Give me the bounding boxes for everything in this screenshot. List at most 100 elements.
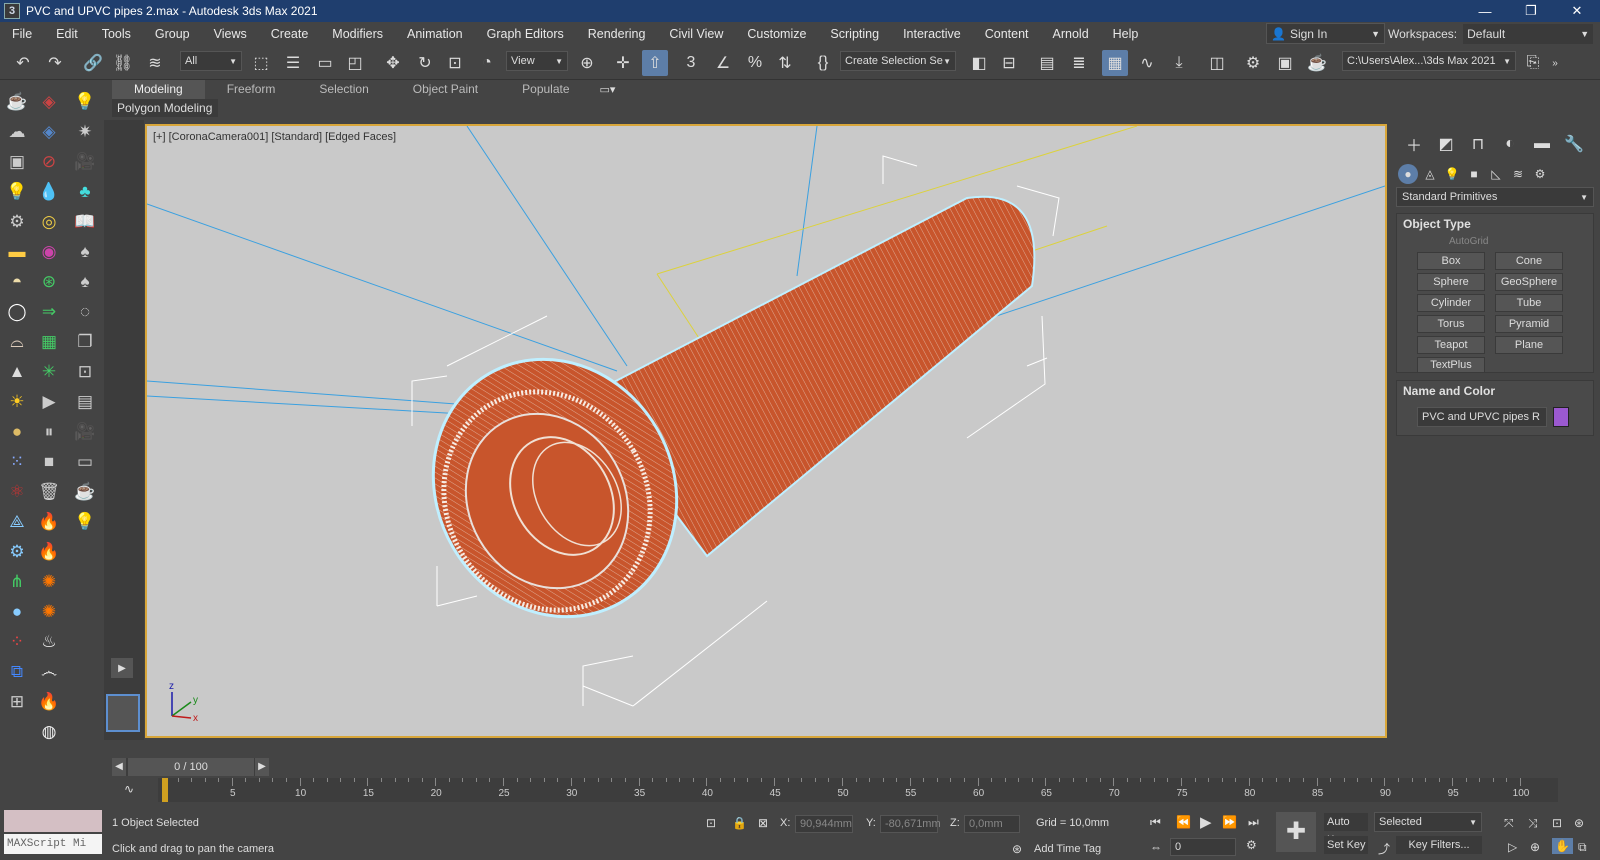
menu-file[interactable]: File [0,22,44,46]
arrow-right-icon[interactable]: ⇒ [36,299,62,325]
zoom-extents-icon[interactable]: ⤧ [1504,816,1514,831]
layer-icon[interactable]: ⊞ [4,689,30,715]
curve-editor-icon[interactable]: ∿ [1134,50,1160,76]
mirror-icon[interactable]: ◧ [966,50,992,76]
viewport-label[interactable]: [+] [CoronaCamera001] [Standard] [Edged … [153,131,396,143]
basket-icon[interactable]: ⌓ [4,329,30,355]
grass-icon[interactable]: ⋔ [4,569,30,595]
reference-coordinate-dropdown[interactable]: View ▼ [506,51,568,71]
keyboard-shortcut-override-icon[interactable]: ⇧ [642,50,668,76]
frame-2-icon[interactable]: ⊡ [72,359,98,385]
cylinder-button[interactable]: Cylinder [1417,294,1485,312]
utilities-tab-icon[interactable]: 🔧 [1560,132,1588,156]
sphere-blue-icon[interactable]: ● [4,599,30,625]
menu-scripting[interactable]: Scripting [818,22,891,46]
ribbon-options-icon[interactable]: ▭▾ [600,83,616,96]
menu-tools[interactable]: Tools [90,22,143,46]
trees-icon[interactable]: ♣ [72,179,98,205]
sign-in-dropdown[interactable]: 👤 Sign In ▼ [1266,23,1385,44]
expand-arrow-icon[interactable]: ▶ [111,658,133,678]
cloud-icon[interactable]: ☁ [4,119,30,145]
ribbon-toggle-icon[interactable]: ▦ [1102,50,1128,76]
add-time-tag-button[interactable]: Add Time Tag [1034,843,1101,855]
box-icon[interactable]: ◈ [36,89,62,115]
torus-button[interactable]: Torus [1417,315,1485,333]
stop-icon[interactable]: ■ [36,449,62,475]
trash-icon[interactable]: 🗑 [36,479,62,505]
grid-green-icon[interactable]: ▦ [36,329,62,355]
toolbar-overflow-icon[interactable]: » [1548,50,1562,76]
cone-button[interactable]: Cone [1495,252,1563,270]
color-dots-icon[interactable]: ⁘ [4,629,30,655]
time-config-icon[interactable]: ⚙ [1246,838,1257,852]
scale-icon[interactable]: ⊡ [442,50,468,76]
sparkle-icon[interactable]: ✳ [36,359,62,385]
dots-grid-icon[interactable]: ⁙ [4,449,30,475]
x-coord-field[interactable]: 90,944mm [795,815,853,833]
maxscript-mini-listener[interactable]: MAXScript Mi [4,834,102,854]
app-icon[interactable]: 3 [4,3,20,19]
material-editor-icon[interactable]: ◫ [1204,50,1230,76]
book-icon[interactable]: 📖 [72,209,98,235]
link-icon[interactable]: 🔗 [80,50,106,76]
minimize-button[interactable]: — [1462,0,1508,22]
fire-2-icon[interactable]: 🔥 [36,539,62,565]
object-color-swatch[interactable] [1553,407,1569,427]
rings-icon[interactable]: ◎ [36,209,62,235]
project-folder-dropdown[interactable]: C:\Users\Alex...\3ds Max 2021 ▼ [1342,51,1516,71]
tab-object-paint[interactable]: Object Paint [391,80,500,99]
image-icon[interactable]: ▣ [4,149,30,175]
z-coord-field[interactable]: 0,0mm [964,815,1020,833]
sphere-light-icon[interactable]: ◯ [4,299,30,325]
helpers-icon[interactable]: ◺ [1486,164,1506,184]
dome-light-icon[interactable]: ◓ [4,269,30,295]
close-button[interactable]: ✕ [1554,0,1600,22]
move-icon[interactable]: ✥ [380,50,406,76]
maxscript-listener-output[interactable] [4,810,102,832]
menu-arnold[interactable]: Arnold [1041,22,1101,46]
gear-icon[interactable]: ⚙ [4,209,30,235]
scene-explorer-icon[interactable]: ▤ [1034,50,1060,76]
bulb-icon[interactable]: 💡 [72,89,98,115]
viewport[interactable]: [+] [CoronaCamera001] [Standard] [Edged … [145,124,1387,738]
camera-2-icon[interactable]: 🎥 [72,419,98,445]
menu-help[interactable]: Help [1101,22,1151,46]
sphere-map-icon[interactable]: ◉ [36,239,62,265]
absolute-mode-icon[interactable]: ⊠ [758,816,768,830]
time-tag-icon[interactable]: ⊛ [1012,842,1022,856]
flame-3-icon[interactable]: 🔥 [36,689,62,715]
drop-icon[interactable]: 💧 [36,179,62,205]
field-of-view-icon[interactable]: ▷ [1508,840,1517,854]
viewport-layout-thumbnail[interactable] [106,694,140,732]
gear-light-icon[interactable]: ✷ [72,119,98,145]
prev-key-icon[interactable]: ⏪ [1176,815,1191,829]
geometry-icon[interactable]: ● [1398,164,1418,184]
render-setup-icon[interactable]: ⚙ [1240,50,1266,76]
sphere-button[interactable]: Sphere [1417,273,1485,291]
fire-icon[interactable]: 🔥 [36,509,62,535]
lattice-icon[interactable]: ⟁ [4,509,30,535]
goto-end-icon[interactable]: ⏭ [1248,815,1259,830]
no-entry-icon[interactable]: ⊘ [36,149,62,175]
modify-tab-icon[interactable]: ◩ [1432,132,1460,156]
tree-icon[interactable]: ♠ [72,239,98,265]
tab-selection[interactable]: Selection [297,80,390,99]
menu-civil-view[interactable]: Civil View [657,22,735,46]
space-warps-icon[interactable]: ≋ [1508,164,1528,184]
flame-swirl-icon[interactable]: ✺ [36,569,62,595]
frame-indicator[interactable]: 0 / 100 [128,758,254,776]
lock-selection-icon[interactable]: 🔒 [732,816,747,830]
percent-snap-icon[interactable]: % [742,50,768,76]
layer-explorer-icon[interactable]: ≣ [1066,50,1092,76]
teapot-2-icon[interactable]: ☕ [72,479,98,505]
timeline-track[interactable]: 0510152025303540455055606570758085909510… [158,778,1558,802]
tab-modeling[interactable]: Modeling [112,80,205,99]
next-key-icon[interactable]: ⏩ [1222,815,1237,829]
pivot-center-icon[interactable]: ⊕ [574,50,600,76]
menu-interactive[interactable]: Interactive [891,22,973,46]
tree-2-icon[interactable]: ♠ [72,269,98,295]
create-tab-icon[interactable]: ＋ [1400,132,1428,156]
display-tab-icon[interactable]: ▬ [1528,132,1556,156]
tab-freeform[interactable]: Freeform [205,80,298,99]
workspaces-dropdown[interactable]: Default ▼ [1463,23,1594,44]
